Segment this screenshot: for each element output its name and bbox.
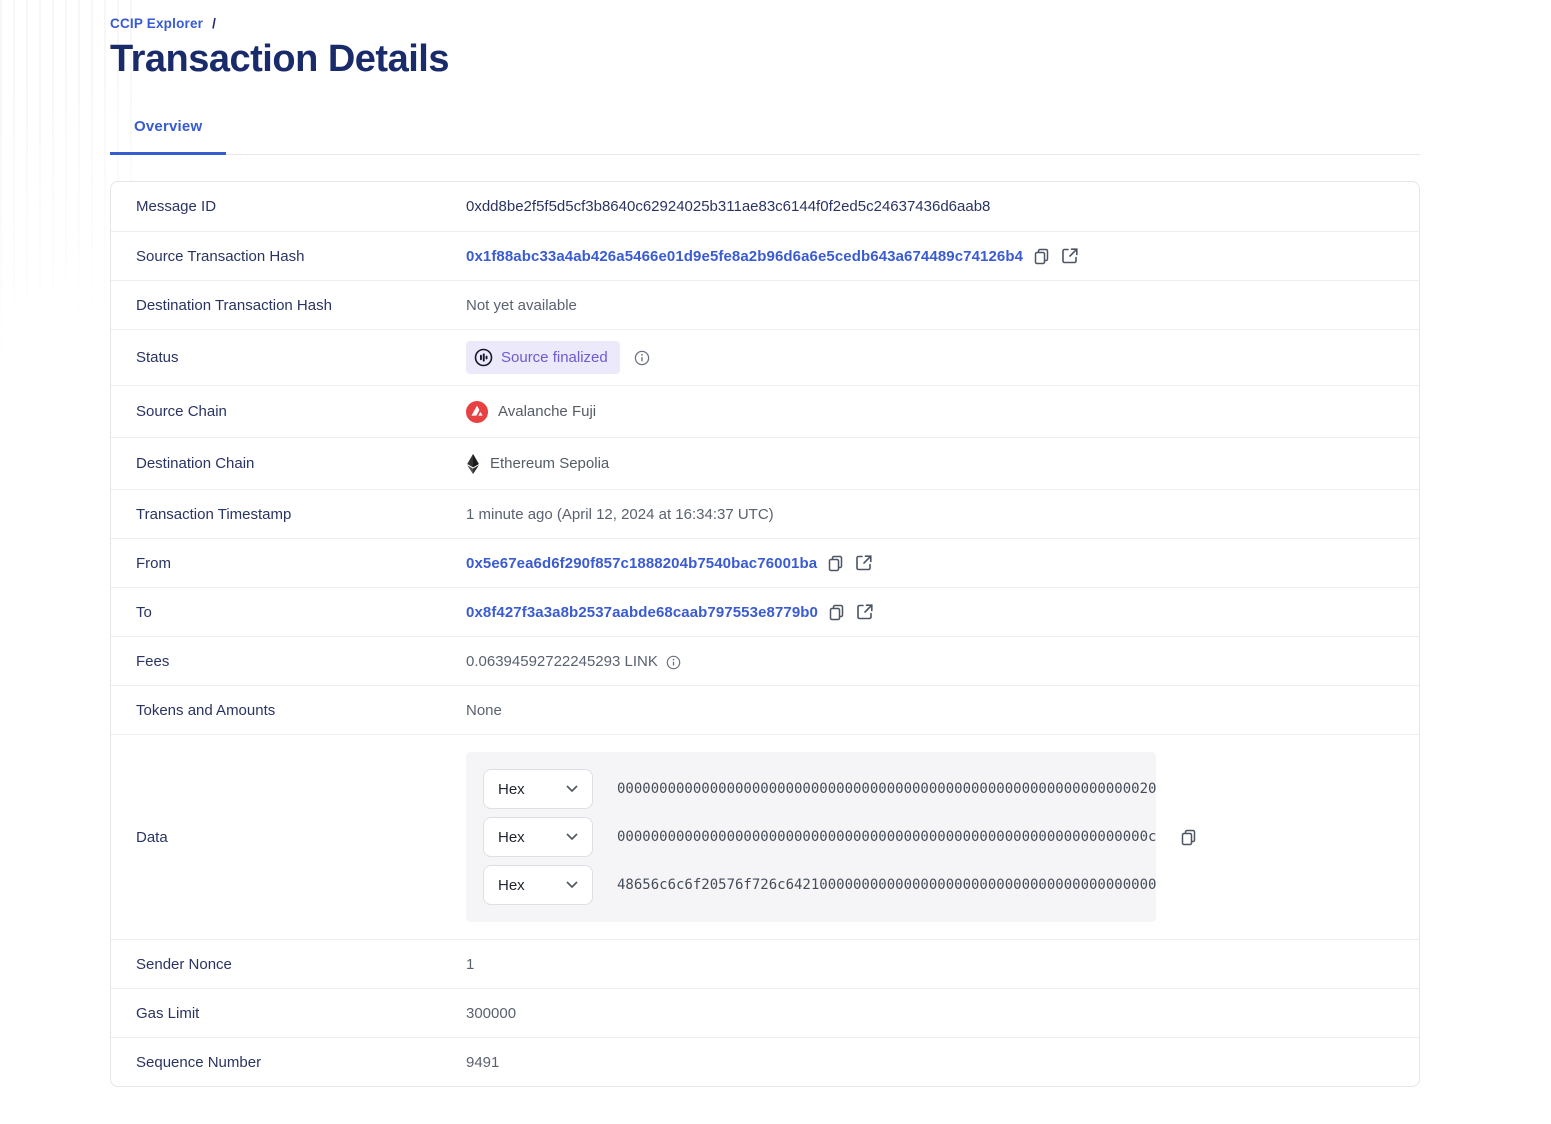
timestamp-value: 1 minute ago (April 12, 2024 at 16:34:37… [466, 505, 774, 523]
table-row-message-id: Message ID 0xdd8be2f5f5d5cf3b8640c629240… [111, 182, 1419, 231]
encoding-select-value: Hex [498, 780, 525, 798]
encoding-select-value: Hex [498, 876, 525, 894]
breadcrumb-separator: / [212, 16, 217, 31]
chevron-down-icon [566, 881, 578, 888]
page-title: Transaction Details [110, 38, 449, 80]
table-row-source-tx-hash: Source Transaction Hash 0x1f88abc33a4ab4… [111, 231, 1419, 280]
row-label: Source Chain [136, 403, 227, 420]
row-label: Sequence Number [136, 1053, 262, 1071]
row-label: To [136, 603, 152, 621]
data-hex-value: 0000000000000000000000000000000000000000… [617, 829, 1157, 845]
table-row-sender-nonce: Sender Nonce 1 [111, 939, 1419, 988]
copy-icon[interactable] [1180, 828, 1197, 846]
external-link-icon[interactable] [857, 604, 873, 620]
fees-value: 0.06394592722245293 LINK [466, 652, 658, 670]
data-line: Hex 000000000000000000000000000000000000… [483, 769, 1156, 809]
row-label: Fees [136, 652, 170, 670]
data-hex-value: 0000000000000000000000000000000000000000… [617, 781, 1157, 797]
message-id-value: 0xdd8be2f5f5d5cf3b8640c62924025b311ae83c… [466, 198, 991, 215]
table-row-dest-chain: Destination Chain Ethereum Sepolia [111, 437, 1419, 489]
table-row-dest-tx-hash: Destination Transaction Hash Not yet ava… [111, 280, 1419, 329]
tab-bar: Overview [110, 118, 1420, 155]
gas-limit-value: 300000 [466, 1004, 517, 1022]
avalanche-icon [466, 400, 488, 423]
encoding-select[interactable]: Hex [483, 865, 593, 905]
from-address-link[interactable]: 0x5e67ea6d6f290f857c1888204b7540bac76001… [466, 555, 817, 572]
encoding-select-value: Hex [498, 828, 525, 846]
data-hex-value: 48656c6c6f20576f726c64210000000000000000… [617, 877, 1157, 893]
to-address-link[interactable]: 0x8f427f3a3a8b2537aabde68caab797553e8779… [466, 604, 818, 621]
tokens-value: None [466, 701, 502, 719]
row-label: Data [136, 828, 168, 846]
table-row-gas-limit: Gas Limit 300000 [111, 988, 1419, 1037]
row-label: Transaction Timestamp [136, 505, 292, 523]
status-badge-label: Source finalized [501, 349, 608, 366]
row-label: Source Transaction Hash [136, 247, 305, 265]
status-badge: Source finalized [466, 341, 620, 374]
sender-nonce-value: 1 [466, 955, 475, 973]
external-link-icon[interactable] [856, 555, 872, 571]
table-row-from: From 0x5e67ea6d6f290f857c1888204b7540bac… [111, 538, 1419, 587]
sequence-number-value: 9491 [466, 1053, 500, 1071]
row-label: Message ID [136, 198, 217, 215]
dest-tx-hash-value: Not yet available [466, 296, 577, 314]
table-row-sequence-number: Sequence Number 9491 [111, 1037, 1419, 1086]
table-row-fees: Fees 0.06394592722245293 LINK [111, 636, 1419, 685]
table-row-status: Status Source finalized [111, 329, 1419, 385]
transaction-details-table: Message ID 0xdd8be2f5f5d5cf3b8640c629240… [110, 181, 1420, 1087]
encoding-select[interactable]: Hex [483, 817, 593, 857]
ethereum-icon [467, 453, 479, 474]
breadcrumb-ccip-explorer-link[interactable]: CCIP Explorer [110, 16, 203, 31]
row-label: Destination Transaction Hash [136, 296, 332, 314]
table-row-tokens: Tokens and Amounts None [111, 685, 1419, 734]
page-content: CCIP Explorer / Transaction Details Over… [0, 0, 1551, 1087]
table-row-data: Data Hex 0000000000000000000000000000000… [111, 734, 1419, 939]
copy-icon[interactable] [827, 554, 844, 572]
external-link-icon[interactable] [1062, 248, 1078, 264]
data-line: Hex 000000000000000000000000000000000000… [483, 817, 1156, 857]
data-line: Hex 48656c6c6f20576f726c6421000000000000… [483, 865, 1156, 905]
info-icon[interactable] [666, 655, 681, 670]
row-label: Gas Limit [136, 1004, 200, 1022]
source-tx-hash-link[interactable]: 0x1f88abc33a4ab426a5466e01d9e5fe8a2b96d6… [466, 248, 1023, 265]
row-label: Tokens and Amounts [136, 701, 276, 719]
copy-icon[interactable] [1033, 247, 1050, 265]
info-icon[interactable] [634, 350, 650, 366]
table-row-timestamp: Transaction Timestamp 1 minute ago (Apri… [111, 489, 1419, 538]
dest-chain-name: Ethereum Sepolia [490, 455, 610, 472]
breadcrumb: CCIP Explorer / [110, 16, 1420, 31]
row-label: Destination Chain [136, 455, 255, 472]
source-chain-name: Avalanche Fuji [498, 403, 597, 420]
copy-icon[interactable] [828, 603, 845, 621]
table-row-source-chain: Source Chain Avalanche Fuji [111, 385, 1419, 437]
chevron-down-icon [566, 785, 578, 792]
encoding-select[interactable]: Hex [483, 769, 593, 809]
status-progress-icon [474, 348, 493, 367]
chevron-down-icon [566, 833, 578, 840]
table-row-to: To 0x8f427f3a3a8b2537aabde68caab797553e8… [111, 587, 1419, 636]
tab-overview[interactable]: Overview [110, 118, 227, 155]
data-hex-box: Hex 000000000000000000000000000000000000… [466, 752, 1156, 922]
row-label: From [136, 554, 171, 572]
row-label: Status [136, 349, 179, 366]
row-label: Sender Nonce [136, 955, 232, 973]
